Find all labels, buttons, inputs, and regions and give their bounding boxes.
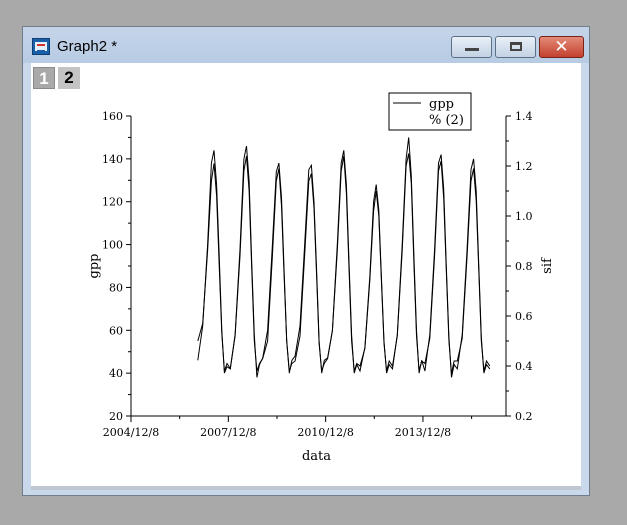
y2-tick-label: 0.4: [515, 360, 533, 373]
y2-axis-title: sif: [540, 257, 555, 274]
graph-window: Graph2 * ✕ 1 2 20 40 60 80 100 120 140 160 0.2 0.…: [22, 26, 590, 496]
x-axis-title: data: [302, 449, 331, 464]
y2-tick-label: 1.4: [515, 110, 533, 123]
y-tick-label: 60: [109, 324, 123, 337]
x-tick-label: 2007/12/8: [200, 426, 256, 439]
chart-series: [197, 137, 491, 378]
y2-tick-label: 0.8: [515, 260, 533, 273]
graph-window-icon[interactable]: [32, 38, 50, 55]
x-tick-label: 2013/12/8: [395, 426, 451, 439]
x-tick-label: 2004/12/8: [103, 426, 159, 439]
x-tick-label: 2010/12/8: [297, 426, 353, 439]
window-title: Graph2 *: [57, 38, 118, 55]
maximize-button[interactable]: [495, 36, 536, 58]
y-axis-title: gpp: [87, 254, 102, 279]
graph-page[interactable]: 1 2 20 40 60 80 100 120 140 160 0.2 0.4 0.6 0.8 1.0 1…: [31, 63, 581, 487]
legend[interactable]: gpp % (2): [388, 92, 472, 131]
y2-tick-label: 1.2: [515, 160, 533, 173]
close-button[interactable]: ✕: [539, 36, 584, 58]
y-tick-label: 140: [102, 153, 123, 166]
chart-area[interactable]: 20 40 60 80 100 120 140 160 0.2 0.4 0.6 0.8 1.0 1.2 1.…: [31, 63, 581, 487]
minimize-icon: [465, 48, 479, 51]
y2-tick-label: 1.0: [515, 210, 533, 223]
window-bottom-edge: [31, 486, 581, 490]
maximize-icon: [510, 42, 522, 51]
close-icon: ✕: [554, 37, 569, 57]
series-line-2: [197, 153, 491, 374]
legend-label-gpp: gpp: [429, 97, 454, 112]
minimize-button[interactable]: [451, 36, 492, 58]
chart-axes: 20 40 60 80 100 120 140 160 0.2 0.4 0.6 0.8 1.0 1.2 1.…: [87, 110, 555, 464]
y-tick-label: 100: [102, 239, 123, 252]
y2-tick-label: 0.6: [515, 310, 533, 323]
y-tick-label: 40: [109, 367, 123, 380]
legend-label-2: % (2): [429, 113, 464, 128]
y-tick-label: 20: [109, 410, 123, 423]
layer-tab-1[interactable]: 1: [33, 67, 55, 89]
title-bar[interactable]: Graph2 * ✕: [23, 27, 589, 63]
y-tick-label: 120: [102, 196, 123, 209]
y-tick-label: 160: [102, 110, 123, 123]
layer-tab-2[interactable]: 2: [58, 67, 80, 89]
y2-tick-label: 0.2: [515, 410, 533, 423]
y-tick-label: 80: [109, 281, 123, 294]
